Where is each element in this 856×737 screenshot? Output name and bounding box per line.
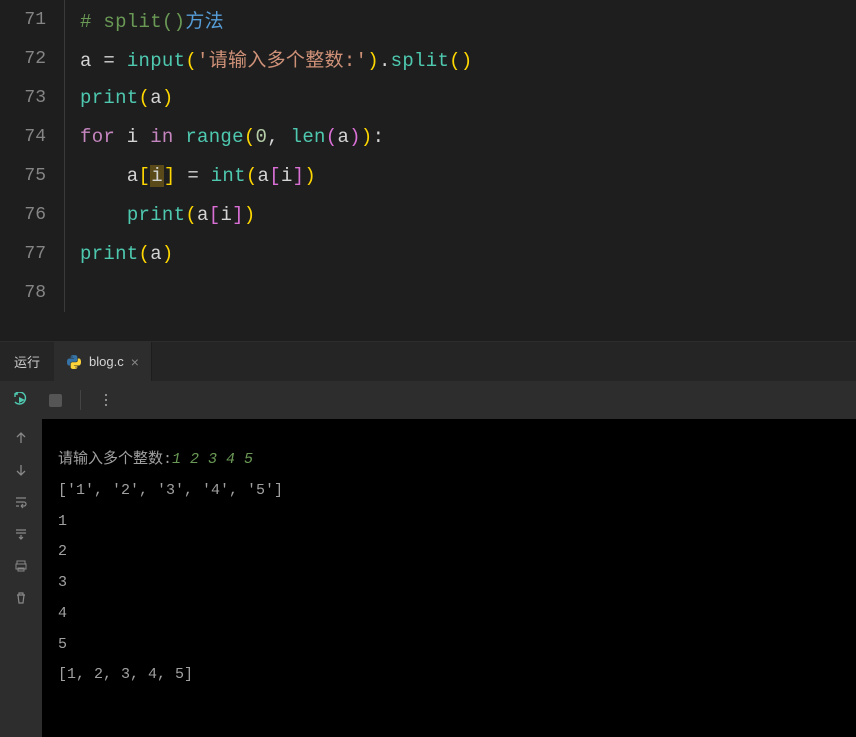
- soft-wrap-icon[interactable]: [12, 493, 30, 511]
- terminal-prompt-text: 请输入多个整数:: [58, 451, 172, 468]
- terminal-gutter: [0, 419, 42, 737]
- terminal-line: ['1', '2', '3', '4', '5']: [58, 476, 840, 507]
- run-panel-label[interactable]: 运行: [0, 352, 54, 371]
- gutter: [64, 273, 74, 312]
- gutter: [64, 195, 74, 234]
- close-icon[interactable]: ×: [131, 354, 139, 370]
- python-icon: [66, 354, 82, 370]
- gutter: [64, 117, 74, 156]
- tab-label: blog.c: [89, 354, 124, 369]
- arrow-down-icon[interactable]: [12, 461, 30, 479]
- arrow-up-icon[interactable]: [12, 429, 30, 447]
- line-number: 72: [0, 49, 64, 69]
- line-number: 78: [0, 283, 64, 303]
- code-line-72[interactable]: a = input('请输入多个整数:').split(): [74, 45, 473, 72]
- terminal-output[interactable]: 请输入多个整数:1 2 3 4 5 ['1', '2', '3', '4', '…: [42, 419, 856, 737]
- stop-button[interactable]: [42, 387, 68, 413]
- terminal-panel: 请输入多个整数:1 2 3 4 5 ['1', '2', '3', '4', '…: [0, 419, 856, 737]
- line-number: 77: [0, 244, 64, 264]
- panel-tab-bar: 运行 blog.c ×: [0, 341, 856, 381]
- terminal-toolbar: [0, 381, 856, 419]
- scroll-to-end-icon[interactable]: [12, 525, 30, 543]
- gutter: [64, 78, 74, 117]
- code-line-73[interactable]: print(a): [74, 87, 174, 109]
- code-editor[interactable]: 71 # split()方法 72 a = input('请输入多个整数:').…: [0, 0, 856, 341]
- tab-blogc[interactable]: blog.c ×: [54, 342, 152, 381]
- line-number: 75: [0, 166, 64, 186]
- more-button[interactable]: [93, 387, 119, 413]
- code-line-71[interactable]: # split()方法: [74, 6, 224, 33]
- line-number: 76: [0, 205, 64, 225]
- line-number: 73: [0, 88, 64, 108]
- line-number: 71: [0, 10, 64, 30]
- rerun-button[interactable]: [8, 387, 34, 413]
- code-line-77[interactable]: print(a): [74, 243, 174, 265]
- gutter: [64, 0, 74, 39]
- code-line-76[interactable]: print(a[i]): [74, 204, 256, 226]
- terminal-line: 5: [58, 630, 840, 661]
- print-icon[interactable]: [12, 557, 30, 575]
- trash-icon[interactable]: [12, 589, 30, 607]
- gutter: [64, 156, 74, 195]
- line-number: 74: [0, 127, 64, 147]
- terminal-line: 3: [58, 568, 840, 599]
- toolbar-separator: [80, 390, 81, 410]
- terminal-user-input: 1 2 3 4 5: [172, 451, 253, 468]
- code-line-74[interactable]: for i in range(0, len(a)):: [74, 126, 384, 148]
- gutter: [64, 234, 74, 273]
- terminal-line: 4: [58, 599, 840, 630]
- terminal-line: 2: [58, 537, 840, 568]
- code-line-75[interactable]: a[i] = int(a[i]): [74, 165, 316, 187]
- gutter: [64, 39, 74, 78]
- terminal-line: [1, 2, 3, 4, 5]: [58, 660, 840, 691]
- terminal-line: 1: [58, 507, 840, 538]
